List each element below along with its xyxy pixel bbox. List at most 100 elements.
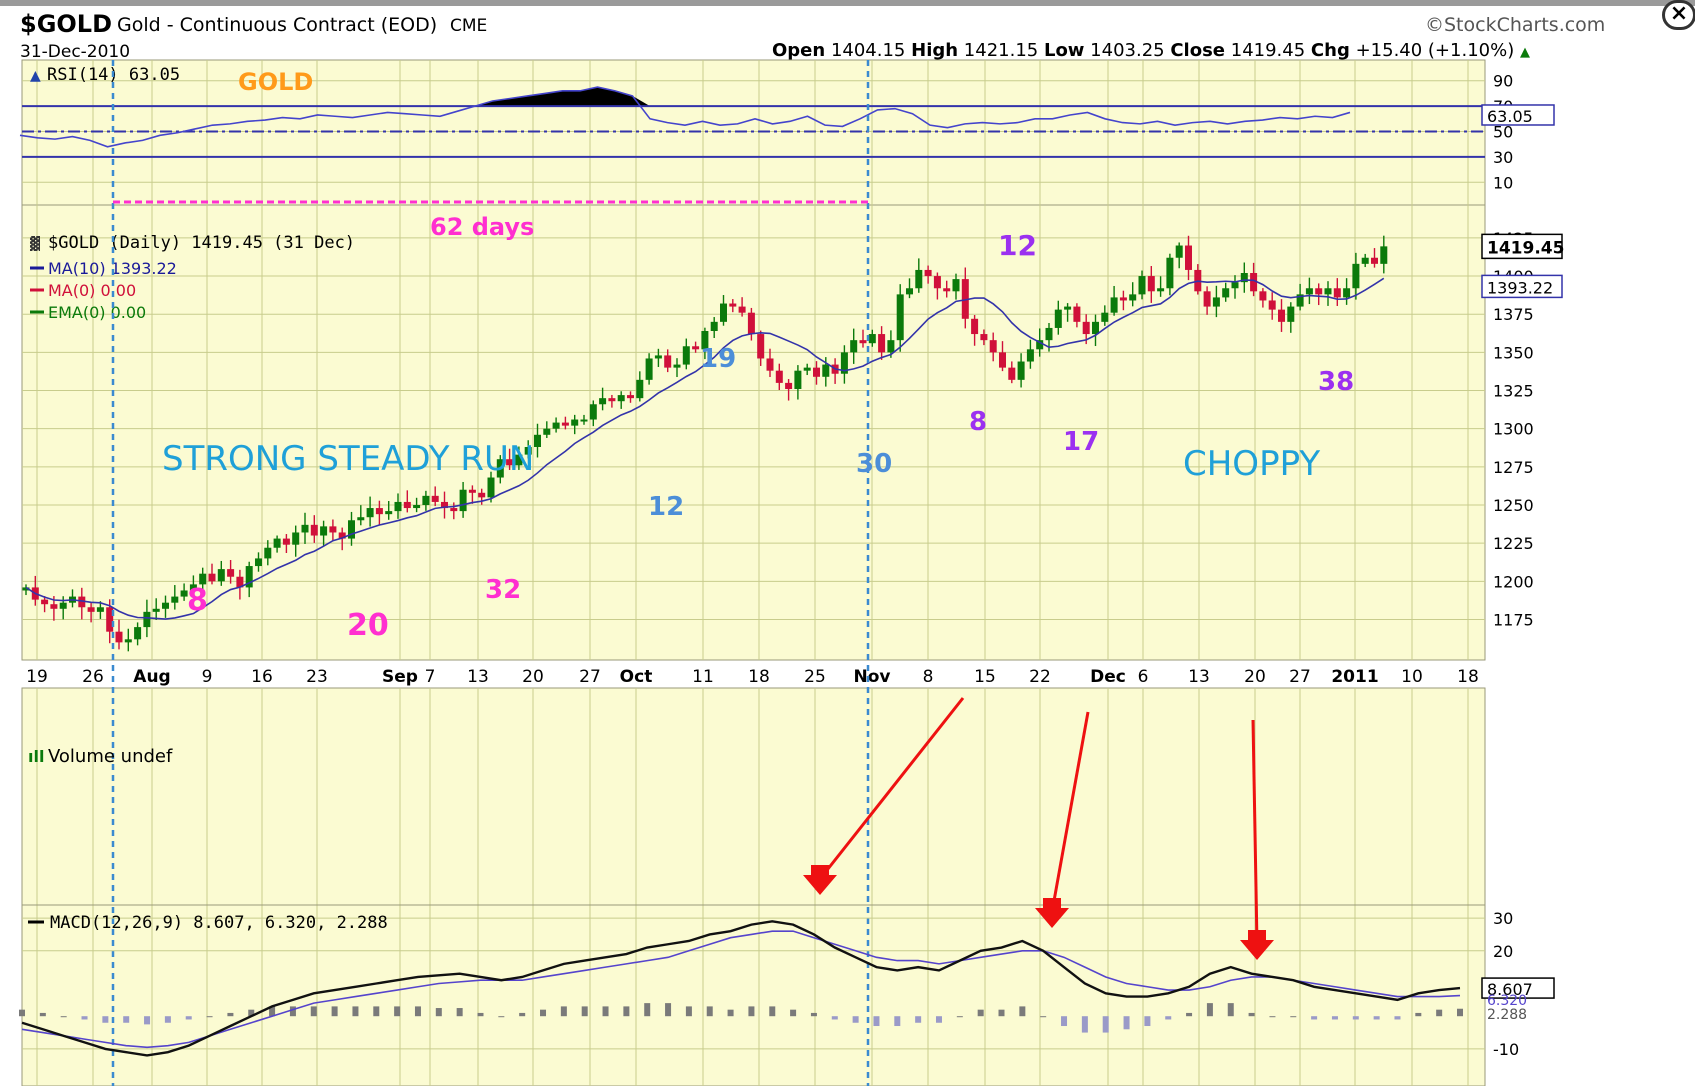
candle-body <box>943 288 951 292</box>
macd-hist-bar <box>519 1012 526 1017</box>
macd-hist-bar <box>373 1006 380 1017</box>
candle-body <box>933 276 941 289</box>
macd-tick-label: 30 <box>1493 909 1513 928</box>
candle-body <box>468 489 476 493</box>
candle-body <box>636 379 644 399</box>
x-tick-label: 8 <box>923 667 934 687</box>
macd-hist-bar <box>790 1009 797 1017</box>
macd-hist-bar <box>185 1016 192 1020</box>
x-tick-label: 20 <box>522 667 544 687</box>
x-tick-label: Dec <box>1090 667 1126 687</box>
candle-body <box>850 340 858 353</box>
candle-body <box>1082 321 1090 335</box>
candle-body <box>906 288 913 295</box>
candle-body <box>1222 288 1230 298</box>
price-tick-label: 1200 <box>1493 572 1534 591</box>
candle-body <box>738 306 746 313</box>
macd-hist-bar <box>935 1016 942 1023</box>
macd-hist-bar <box>831 1016 838 1020</box>
candle-body <box>1343 288 1351 298</box>
candle-body <box>1380 246 1388 264</box>
macd-hist-bar <box>915 1016 922 1023</box>
macd-hist-bar <box>331 1006 338 1017</box>
candle-body <box>385 511 393 515</box>
candle-body <box>599 398 607 405</box>
x-tick-label: 18 <box>1457 667 1479 687</box>
candle-body <box>654 355 662 359</box>
candle-body <box>1185 245 1192 270</box>
candle-body <box>1119 297 1127 301</box>
x-tick-label: Sep <box>382 667 418 687</box>
candle-body <box>478 492 486 498</box>
macd-legend: MACD(12,26,9) 8.607, 6.320, 2.288 <box>50 913 388 933</box>
cycle-count-8-nov: 8 <box>969 407 987 437</box>
candle-body <box>924 269 932 277</box>
x-tick-label: 10 <box>1401 667 1423 687</box>
candle-body <box>422 495 430 505</box>
candle-body <box>543 428 551 435</box>
candle-body <box>301 524 309 533</box>
candle-body <box>747 312 755 335</box>
candle-body <box>952 279 960 292</box>
macd-hist-bar <box>206 1016 213 1018</box>
macd-hist-bar <box>1123 1016 1130 1030</box>
candle-body <box>989 340 997 353</box>
macd-hist-bar <box>1227 1003 1234 1017</box>
x-tick-label: 7 <box>425 667 436 687</box>
candle-body <box>310 524 318 536</box>
candle-body <box>487 477 495 498</box>
macd-hist-bar <box>1186 1012 1193 1017</box>
macd-hist-bar <box>956 1016 963 1018</box>
macd-hist-bar <box>123 1016 130 1023</box>
x-tick-label: 2011 <box>1331 667 1378 687</box>
macd-hist-bar <box>60 1016 67 1018</box>
macd-hist-bar <box>19 1009 25 1017</box>
candle-body <box>413 505 421 509</box>
candle-body <box>999 352 1006 368</box>
x-tick-label: 22 <box>1029 667 1051 687</box>
macd-hist-bar <box>602 1006 609 1017</box>
macd-hist-bar <box>498 1016 505 1018</box>
candle-body <box>868 334 876 344</box>
candle-body <box>1064 306 1072 310</box>
macd-hist-bar <box>144 1016 151 1025</box>
macd-hist-bar <box>1144 1016 1151 1027</box>
rsi-tick-label: 10 <box>1493 173 1513 192</box>
rsi-tick-label: 30 <box>1493 148 1513 167</box>
candle-body <box>710 321 718 331</box>
price-tick-label: 1375 <box>1493 305 1534 324</box>
macd-hist-bar <box>352 1006 359 1017</box>
macd-hist-bar <box>394 1006 401 1017</box>
candle-body <box>682 346 690 365</box>
candle-body <box>915 269 923 289</box>
candle-body <box>896 294 904 341</box>
macd-hist-bar <box>1394 1016 1401 1020</box>
candle-body <box>1008 367 1016 380</box>
cycle-days-label: 62 days <box>430 213 534 241</box>
x-tick-label: Oct <box>620 667 653 687</box>
candle-body <box>255 558 262 567</box>
price-panel <box>21 204 1486 661</box>
macd-tick-label: 20 <box>1493 942 1513 961</box>
macd-hist-bar <box>1248 1012 1255 1017</box>
candle-body <box>1278 309 1285 322</box>
strong-run-annotation: STRONG STEADY RUN <box>162 439 534 479</box>
price-tick-label: 1250 <box>1493 496 1534 515</box>
x-tick-label: 15 <box>974 667 996 687</box>
candle-body <box>403 501 411 509</box>
candle-body <box>822 364 830 377</box>
candle-body <box>775 370 783 383</box>
macd-hist-bar <box>1457 1008 1463 1017</box>
macd-hist-bar <box>852 1016 859 1023</box>
cycle-count-12-oct: 12 <box>648 492 684 522</box>
macd-hist-bar <box>227 1012 234 1017</box>
cycle-count-12-nov: 12 <box>998 229 1037 262</box>
candle-body <box>552 422 560 429</box>
candle-body <box>375 508 383 515</box>
candle-body <box>673 364 681 368</box>
macd-hist-bar <box>873 1016 880 1027</box>
candle-body <box>887 340 895 353</box>
candle-body <box>431 495 439 502</box>
candle-body <box>627 395 634 399</box>
candle-body <box>1259 291 1267 301</box>
